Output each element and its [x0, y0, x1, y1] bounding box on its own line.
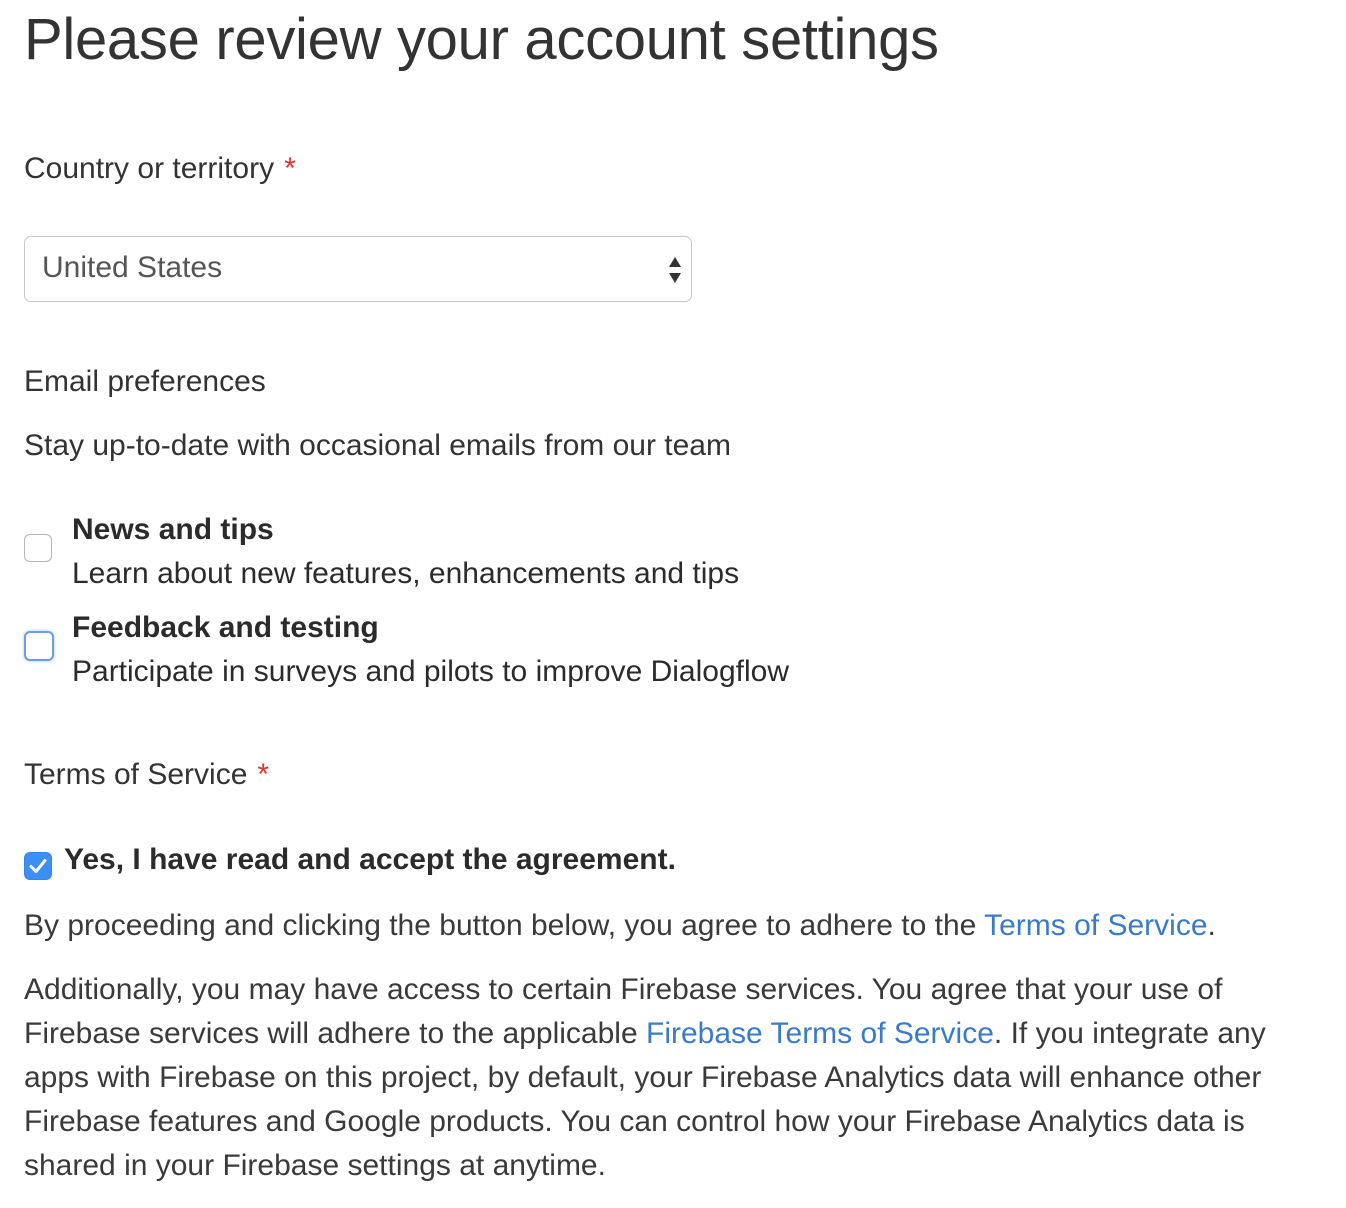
- terms-heading-text: Terms of Service: [24, 758, 248, 791]
- select-arrows-icon: [669, 257, 681, 283]
- feedback-and-testing-checkbox[interactable]: [24, 631, 54, 661]
- news-and-tips-description: Learn about new features, enhancements a…: [72, 557, 740, 590]
- accept-agreement-label: Yes, I have read and accept the agreemen…: [64, 843, 676, 876]
- email-preferences-heading: Email preferences: [24, 365, 266, 398]
- feedback-and-testing-title: Feedback and testing: [72, 611, 379, 644]
- required-marker: *: [257, 758, 270, 791]
- firebase-paragraph: Additionally, you may have access to cer…: [24, 968, 1266, 1188]
- proceed-line: By proceeding and clicking the button be…: [24, 904, 1216, 948]
- page-title: Please review your account settings: [24, 7, 939, 72]
- news-and-tips-checkbox[interactable]: [24, 534, 52, 562]
- firebase-terms-link[interactable]: Firebase Terms of Service: [646, 1017, 994, 1050]
- country-label: Country or territory *: [24, 152, 296, 186]
- terms-of-service-link[interactable]: Terms of Service: [984, 909, 1207, 942]
- feedback-and-testing-description: Participate in surveys and pilots to imp…: [72, 655, 789, 688]
- country-select[interactable]: United States: [24, 236, 692, 302]
- country-label-text: Country or territory: [24, 152, 275, 185]
- country-select-value: United States: [42, 251, 223, 284]
- proceed-text-before: By proceeding and clicking the button be…: [24, 909, 985, 942]
- firebase-line-1: Additionally, you may have access to cer…: [24, 973, 1223, 1006]
- proceed-paragraph: By proceeding and clicking the button be…: [24, 904, 1216, 948]
- firebase-line-2: Firebase services will adhere to the app…: [24, 1012, 1266, 1056]
- firebase-line-2-before: Firebase services will adhere to the app…: [24, 1017, 646, 1050]
- news-and-tips-title: News and tips: [72, 513, 274, 546]
- firebase-line-2-after: . If you integrate any: [993, 1017, 1266, 1050]
- checkmark-icon: [29, 859, 47, 873]
- terms-heading: Terms of Service *: [24, 758, 269, 792]
- firebase-line-5: shared in your Firebase settings at anyt…: [24, 1149, 606, 1182]
- firebase-line-3: apps with Firebase on this project, by d…: [24, 1061, 1262, 1094]
- proceed-text-after: .: [1207, 909, 1216, 942]
- firebase-line-4: Firebase features and Google products. Y…: [24, 1105, 1245, 1138]
- required-marker: *: [284, 152, 296, 185]
- email-preferences-subtitle: Stay up-to-date with occasional emails f…: [24, 429, 731, 462]
- accept-agreement-checkbox[interactable]: [24, 852, 52, 880]
